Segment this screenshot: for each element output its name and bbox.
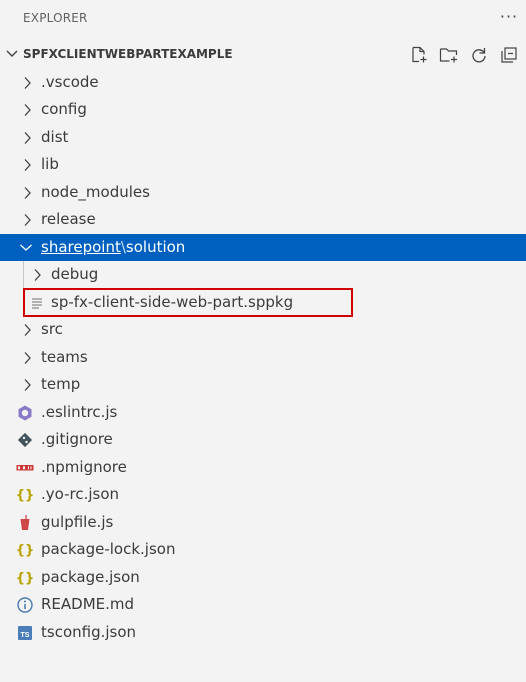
file-gitignore[interactable]: .gitignore (0, 426, 526, 453)
folder-src[interactable]: src (0, 316, 526, 343)
info-icon (17, 597, 33, 613)
folder-node-modules[interactable]: node_modules (0, 179, 526, 206)
chevron-right-icon (24, 132, 31, 144)
chevron-down-icon (6, 50, 18, 57)
workspace-section-header[interactable]: SPFXCLIENTWEBPARTEXAMPLE (0, 41, 526, 68)
chevron-right-icon (24, 159, 31, 171)
file-package-json[interactable]: {} package.json (0, 564, 526, 591)
file-label: .npmignore (41, 458, 127, 476)
folder-label: temp (41, 375, 81, 393)
eslint-icon (18, 405, 32, 421)
file-label: tsconfig.json (41, 623, 137, 641)
file-label: README.md (41, 595, 135, 613)
chevron-right-icon (24, 352, 31, 364)
file-label: package.json (41, 568, 140, 586)
file-label: package-lock.json (41, 540, 176, 558)
highlight-box (23, 288, 353, 317)
chevron-right-icon (24, 379, 31, 391)
chevron-right-icon (24, 187, 31, 199)
chevron-right-icon (34, 269, 41, 281)
folder-teams[interactable]: teams (0, 344, 526, 371)
folder-vscode[interactable]: .vscode (0, 69, 526, 96)
file-npmignore[interactable]: .npmignore (0, 454, 526, 481)
chevron-down-icon (20, 244, 32, 251)
gulp-icon (20, 515, 30, 530)
compact-folder-path: sharepoint\solution (41, 238, 185, 256)
folder-label: .vscode (41, 73, 99, 91)
folder-temp[interactable]: temp (0, 371, 526, 398)
file-eslintrc[interactable]: .eslintrc.js (0, 399, 526, 426)
new-folder-icon (439, 48, 458, 63)
folder-debug[interactable]: debug (0, 261, 526, 288)
more-actions-icon[interactable]: ··· (498, 5, 520, 27)
folder-lib[interactable]: lib (0, 151, 526, 178)
explorer-header: EXPLORER ··· (0, 0, 526, 36)
path-segment-sharepoint[interactable]: sharepoint (41, 238, 121, 256)
folder-label: config (41, 100, 87, 118)
json-icon: {} (15, 570, 35, 586)
refresh-icon (472, 48, 486, 63)
file-yo-rc[interactable]: {} .yo-rc.json (0, 481, 526, 508)
folder-config[interactable]: config (0, 96, 526, 123)
folder-label: release (41, 210, 96, 228)
npm-icon (16, 465, 34, 471)
file-gulpfile[interactable]: gulpfile.js (0, 509, 526, 536)
chevron-right-icon (24, 104, 31, 116)
section-actions (404, 44, 524, 66)
folder-label: src (41, 320, 63, 338)
file-label: .eslintrc.js (41, 403, 118, 421)
file-package-lock[interactable]: {} package-lock.json (0, 536, 526, 563)
chevron-right-icon (24, 214, 31, 226)
new-file-icon (412, 46, 427, 63)
folder-sharepoint-solution[interactable]: sharepoint\solution (0, 234, 526, 261)
folder-dist[interactable]: dist (0, 124, 526, 151)
chevron-right-icon (24, 77, 31, 89)
collapse-all-button[interactable] (494, 44, 524, 66)
new-file-button[interactable] (404, 44, 434, 66)
workspace-title: SPFXCLIENTWEBPARTEXAMPLE (23, 47, 233, 61)
json-icon: {} (15, 487, 35, 503)
file-label: .yo-rc.json (41, 485, 120, 503)
chevron-right-icon (24, 324, 31, 336)
path-segment-solution[interactable]: solution (126, 238, 185, 256)
folder-label: node_modules (41, 183, 150, 201)
file-label: .gitignore (41, 430, 113, 448)
typescript-icon: TS (18, 626, 32, 640)
folder-label: dist (41, 128, 69, 146)
svg-text:TS: TS (21, 632, 30, 639)
file-label: gulpfile.js (41, 513, 114, 531)
explorer-title: EXPLORER (23, 11, 88, 25)
folder-label: teams (41, 348, 88, 366)
new-folder-button[interactable] (434, 44, 464, 66)
file-readme[interactable]: README.md (0, 591, 526, 618)
collapse-all-icon (501, 47, 517, 63)
folder-label: debug (51, 265, 99, 283)
file-tsconfig[interactable]: TS tsconfig.json (0, 619, 526, 646)
refresh-button[interactable] (464, 44, 494, 66)
folder-label: lib (41, 155, 59, 173)
git-icon (17, 432, 33, 448)
json-icon: {} (15, 542, 35, 558)
folder-release[interactable]: release (0, 206, 526, 233)
